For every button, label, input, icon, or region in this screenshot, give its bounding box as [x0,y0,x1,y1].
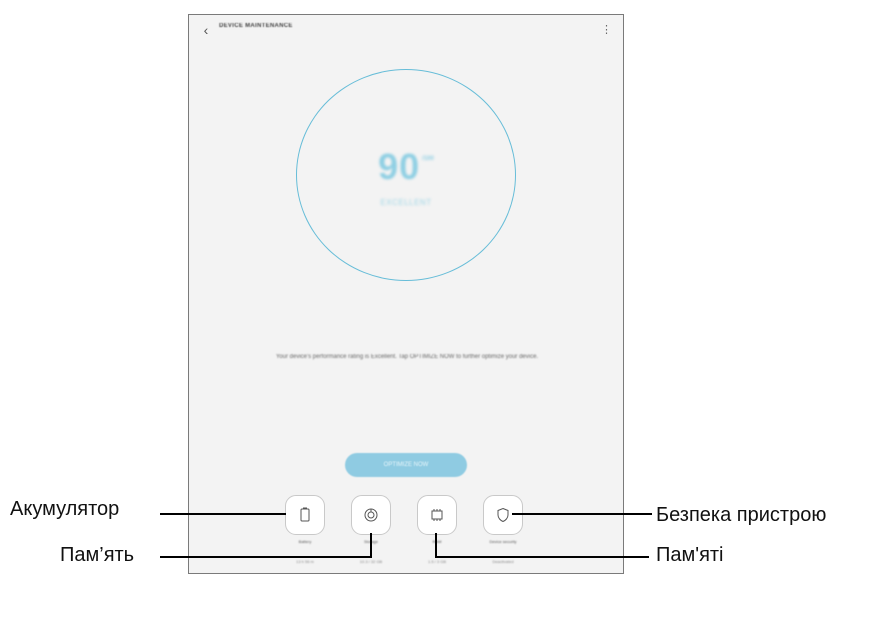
top-bar: ‹ DEVICE MAINTENANCE ⋮ [189,15,623,45]
memory-chip-icon [431,509,443,521]
security-callout: Безпека пристрою [656,504,827,526]
memory-callout-line-h [435,556,649,558]
security-callout-line [512,513,652,515]
memory-tile[interactable] [417,495,457,535]
more-options-icon[interactable]: ⋮ [601,21,612,39]
storage-callout-line-v [370,533,372,558]
battery-icon [300,507,310,522]
score-ring: 90/100 EXCELLENT [296,69,516,281]
memory-callout: Пам'яті [656,544,724,566]
device-screen: ‹ DEVICE MAINTENANCE ⋮ 90/100 EXCELLENT … [188,14,624,574]
storage-icon [364,508,378,522]
storage-callout: Пам’ять [60,544,135,566]
storage-value: 10.3 / 32 GB [359,559,383,564]
storage-tile[interactable] [351,495,391,535]
security-tile[interactable] [483,495,523,535]
security-label: Device security [489,539,517,544]
score-rating: EXCELLENT [380,198,432,207]
score-value: 90 [378,146,421,187]
battery-label: Battery [298,539,312,544]
page-title: DEVICE MAINTENANCE [219,23,293,29]
memory-value: 1.5 / 3 GB [427,559,446,564]
battery-callout: Акумулятор [10,498,120,520]
battery-tile[interactable] [285,495,325,535]
score-max: /100 [422,156,434,162]
security-value: Deactivated [492,559,514,564]
back-icon[interactable]: ‹ [199,21,213,39]
battery-value: 13 h 56 m [296,559,314,564]
status-message: Your device's performance rating is Exce… [275,354,539,360]
battery-callout-line [160,513,286,515]
memory-label: RAM [407,539,467,544]
score-display: 90/100 [297,146,515,188]
shield-icon [497,507,509,523]
storage-callout-line-h [160,556,372,558]
optimize-now-button[interactable]: OPTIMIZE NOW [345,453,467,477]
memory-callout-line-v [435,533,437,558]
